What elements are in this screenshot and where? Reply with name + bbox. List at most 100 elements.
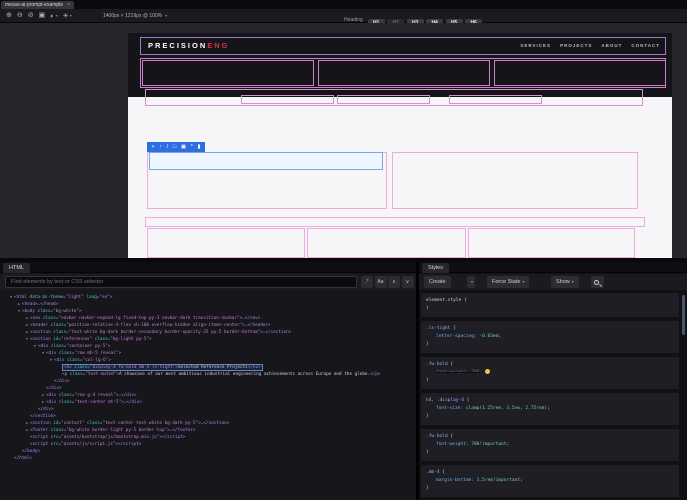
rule-selector[interactable]: .ls-tight { xyxy=(426,325,674,333)
edit-icon[interactable]: / xyxy=(167,142,169,152)
show-button[interactable]: Show ▾ xyxy=(551,276,579,288)
viewport-size-text: 1400px × 1219px @ 100% xyxy=(103,13,163,19)
node-markup[interactable]: <nav class="navbar navbar-expand-lg fixe… xyxy=(30,316,260,321)
selected-element-overlay[interactable] xyxy=(149,152,383,170)
node-markup[interactable]: <div class="row mb-5 reveal"> xyxy=(46,351,121,356)
node-markup[interactable]: <section id="contact" class="text-center… xyxy=(30,421,229,426)
node-markup[interactable]: <footer class="bg-white border-light py-… xyxy=(30,428,196,433)
node-markup[interactable]: <div class="row g-4 reveal">…</div> xyxy=(46,393,137,398)
node-markup[interactable]: </div> xyxy=(54,379,70,384)
node-markup[interactable]: <script src="assets/bootstrap/js/bootstr… xyxy=(30,435,185,440)
move-icon[interactable]: + xyxy=(151,142,154,152)
duplicate-icon[interactable]: ▣ xyxy=(181,142,186,152)
select-parent-icon[interactable]: ↑ xyxy=(159,142,162,152)
tree-row[interactable]: ▶ <section class="text-white bg-dark bord… xyxy=(0,329,410,336)
zoom-out-icon[interactable]: ⊖ xyxy=(17,11,23,22)
selected-node[interactable]: <h2 class="display-4 fw-bold mb-4 ls-tig… xyxy=(62,364,263,371)
screenshot-icon[interactable]: ▣ xyxy=(39,11,46,22)
tree-row[interactable]: ▶ <section id="contact" class="text-cente… xyxy=(0,420,410,427)
tree-row[interactable]: <script src="assets/js/script.js"></scri… xyxy=(0,441,410,448)
tree-row[interactable]: <h2 class="display-4 fw-bold mb-4 ls-tig… xyxy=(0,364,410,371)
tree-row[interactable]: ▶ <nav class="navbar navbar-expand-lg fix… xyxy=(0,315,410,322)
tree-row[interactable]: ▼ <html data-bs-theme="light" lang="en"> xyxy=(0,294,410,301)
case-toggle[interactable]: Aa xyxy=(374,276,387,288)
rule-selector[interactable]: .fw-bold { xyxy=(426,433,674,441)
tree-row[interactable]: ▼ <body class="bg-white"> xyxy=(0,308,410,315)
settings-icon[interactable]: * xyxy=(191,142,193,152)
node-markup[interactable]: <div class="col-lg-6"> xyxy=(54,358,111,363)
node-markup[interactable]: </div> xyxy=(38,407,54,412)
node-markup[interactable]: <section id="references" class="bg-light… xyxy=(30,337,152,342)
tree-row[interactable]: </html> xyxy=(0,455,410,462)
lighting-icon[interactable]: ☀▾ xyxy=(63,11,72,22)
node-markup[interactable]: <html data-bs-theme="light" lang="en"> xyxy=(14,295,112,300)
tree-row[interactable]: ▶ <div class="row g-4 reveal">…</div> xyxy=(0,392,410,399)
tree-row[interactable]: ▼ <div class="row mb-5 reveal"> xyxy=(0,350,410,357)
grid-cell-highlight xyxy=(468,228,635,258)
css-declaration[interactable]: margin-bottom: 1.5rem!important; xyxy=(426,477,674,485)
prev-result[interactable]: ∧ xyxy=(388,276,400,288)
page-nav-link-about[interactable]: ABOUT xyxy=(601,43,622,48)
create-button[interactable]: Create xyxy=(424,276,451,288)
page-nav-link-contact[interactable]: CONTACT xyxy=(631,43,660,48)
tab-close-icon[interactable]: × xyxy=(67,1,70,9)
viewport-size-display[interactable]: 1400px × 1219px @ 100% ▾ xyxy=(103,12,167,20)
node-markup[interactable]: <div class="text-center mt-5">…</div> xyxy=(46,400,142,405)
node-markup[interactable]: <body class="bg-white"> xyxy=(22,309,82,314)
tree-row[interactable]: ▶ <footer class="bg-white border-light py… xyxy=(0,427,410,434)
node-markup[interactable]: </html> xyxy=(14,456,32,461)
tree-row[interactable]: </div> xyxy=(0,378,410,385)
node-markup[interactable]: <p class="text-muted">A showcase of our … xyxy=(62,372,380,377)
node-markup[interactable]: </body> xyxy=(22,449,40,454)
rule-selector[interactable]: element.style { xyxy=(426,297,674,305)
next-result[interactable]: ∨ xyxy=(401,276,414,288)
css-declaration[interactable]: font-weight: 700!important; xyxy=(426,441,674,449)
node-markup[interactable]: <script src="assets/js/script.js"></scri… xyxy=(30,442,141,447)
tree-row[interactable]: </div> xyxy=(0,385,410,392)
frame-icon[interactable]: □ xyxy=(173,142,176,152)
tree-row[interactable]: ▶ <header class="position-relative d-flex… xyxy=(0,322,410,329)
search-input[interactable] xyxy=(5,276,357,288)
tree-row[interactable]: <p class="text-muted">A showcase of our … xyxy=(0,371,410,378)
tree-row[interactable]: ▼ <div class="container py-5"> xyxy=(0,343,410,350)
node-markup[interactable]: <head>…</head> xyxy=(22,302,58,307)
tab-styles[interactable]: Styles xyxy=(422,263,449,273)
css-declaration[interactable]: font-weight: 700; xyxy=(426,369,674,377)
rule-selector[interactable]: h4, .display-4 { xyxy=(426,397,674,405)
tree-row[interactable]: </div> xyxy=(0,406,410,413)
page-nav-link-projects[interactable]: PROJECTS xyxy=(560,43,592,48)
theme-icon[interactable]: ◐▾ xyxy=(50,11,57,22)
node-markup[interactable]: <section class="text-white bg-dark borde… xyxy=(30,330,291,335)
tree-row[interactable]: ▼ <section id="references" class="bg-ligh… xyxy=(0,336,410,343)
devtools-window: messe-ai-prompt-example × ⊕ ⊖ ⊘ ▣ ◐▾ ☀▾ 1400p… xyxy=(0,0,687,500)
force-state-button[interactable]: Force State ▾ xyxy=(487,276,530,288)
node-markup[interactable]: <header class="position-relative d-flex … xyxy=(30,323,271,328)
tree-row[interactable]: <script src="assets/bootstrap/js/bootstr… xyxy=(0,434,410,441)
zoom-in-icon[interactable]: ⊕ xyxy=(6,11,12,22)
chevron-down-icon: ▾ xyxy=(165,13,168,18)
disable-cache-icon[interactable]: ⊘ xyxy=(28,11,34,22)
tree-row[interactable]: ▶ <div class="text-center mt-5">…</div> xyxy=(0,399,410,406)
rule-selector[interactable]: .mb-4 { xyxy=(426,469,674,477)
tab-html[interactable]: HTML xyxy=(3,263,30,273)
styles-search-button[interactable] xyxy=(591,276,604,288)
node-markup[interactable]: </section> xyxy=(30,414,56,419)
warning-icon xyxy=(485,369,491,374)
styles-scrollbar[interactable] xyxy=(682,293,685,493)
css-declaration[interactable]: letter-spacing: -0.03em; xyxy=(426,333,674,341)
tree-row[interactable]: ▶ <head>…</head> xyxy=(0,301,410,308)
css-declaration[interactable]: font-size: clamp(1.25rem, 3.5vw, 2.75rem… xyxy=(426,405,674,413)
delete-icon[interactable]: ▮ xyxy=(198,142,201,152)
page-nav: SERVICES PROJECTS ABOUT CONTACT xyxy=(520,43,660,48)
logo-primary: PRECISION xyxy=(148,41,208,50)
tree-row[interactable]: </section> xyxy=(0,413,410,420)
browser-tab[interactable]: messe-ai-prompt-example × xyxy=(1,1,75,9)
rule-selector[interactable]: .fw-bold { xyxy=(426,361,674,369)
node-markup[interactable]: <div class="container py-5"> xyxy=(38,344,110,349)
tree-row[interactable]: ▼ <div class="col-lg-6"> xyxy=(0,357,410,364)
tree-row[interactable]: </body> xyxy=(0,448,410,455)
regex-toggle[interactable]: .* xyxy=(361,276,373,288)
page-nav-link-services[interactable]: SERVICES xyxy=(520,43,551,48)
create-caret-button[interactable]: ▾ xyxy=(467,276,475,288)
node-markup[interactable]: </div> xyxy=(46,386,62,391)
